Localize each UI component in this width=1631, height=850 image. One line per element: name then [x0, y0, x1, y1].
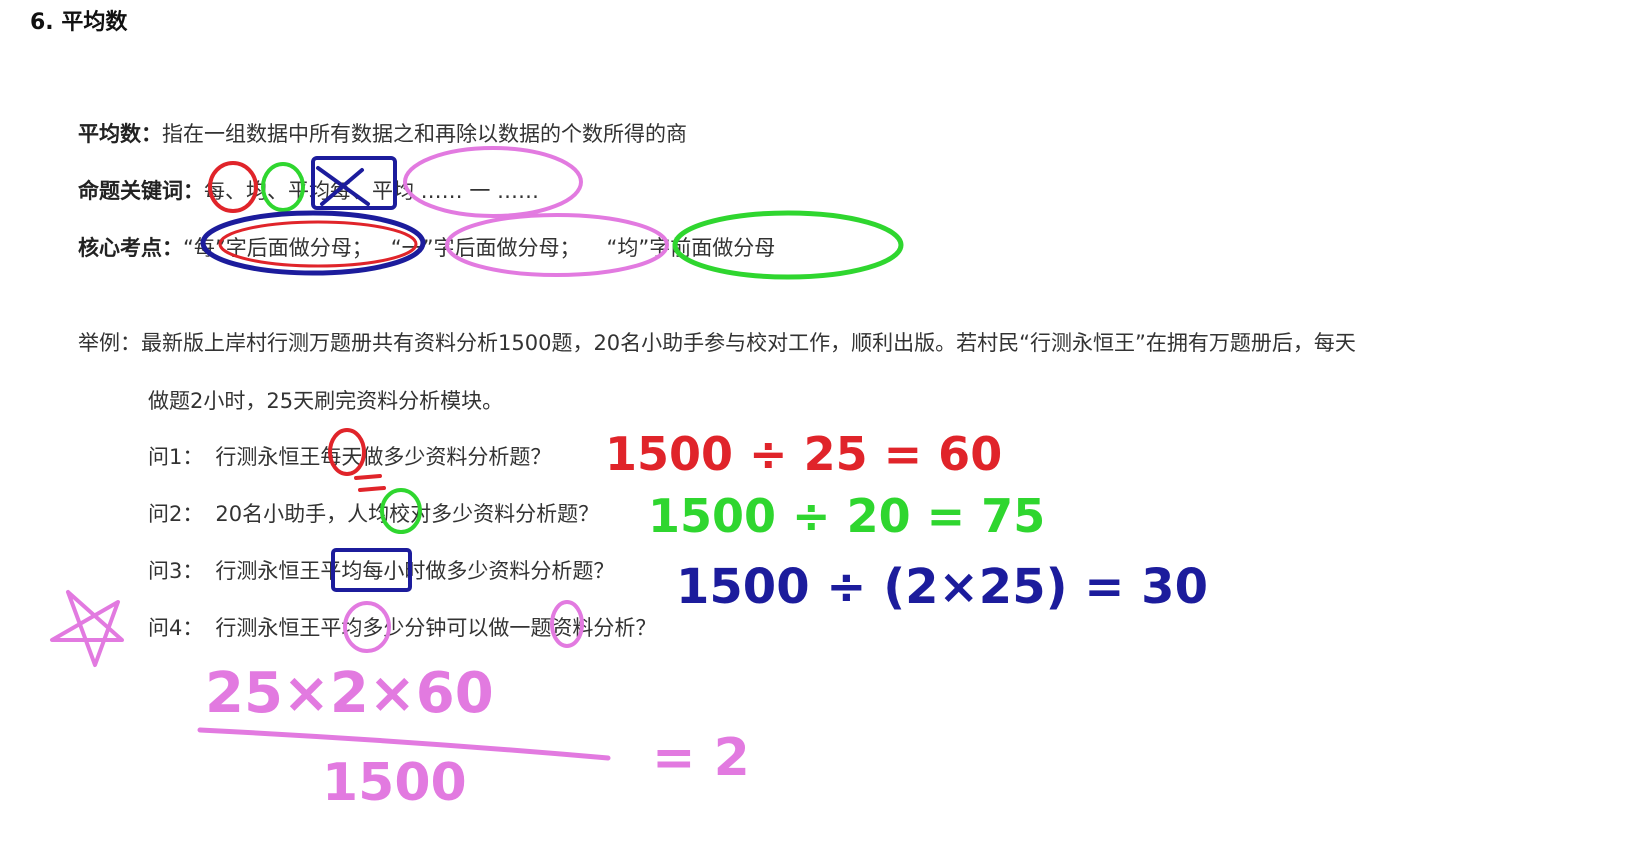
- example-line-1: 举例：最新版上岸村行测万题册共有资料分析1500题，20名小助手参与校对工作，顺…: [78, 327, 1356, 357]
- answer-q2: 1500 ÷ 20 = 75: [648, 489, 1045, 543]
- answer-q1: 1500 ÷ 25 = 60: [605, 427, 1002, 481]
- question-text: 行测永恒王每天做多少资料分析题？: [215, 445, 552, 469]
- q4-result: = 2: [652, 728, 750, 788]
- keyword-jun: 均、: [246, 179, 288, 203]
- keyword-mei: 每、: [204, 179, 246, 203]
- fraction-bar: [197, 727, 611, 761]
- question-text: 行测永恒王平均每小时做多少资料分析题？: [215, 559, 615, 583]
- definition-text: 指在一组数据中所有数据之和再除以数据的个数所得的商: [162, 122, 687, 146]
- keywords-row: 命题关键词：每、均、平均每、平均 …… 一 ……: [78, 175, 539, 205]
- core-label: 核心考点：: [78, 236, 183, 260]
- question-3: 问3： 行测永恒王平均每小时做多少资料分析题？: [148, 555, 614, 585]
- core-point-mei: “每”字后面做分母；: [183, 236, 373, 260]
- question-text: 行测永恒王平均多少分钟可以做一题资料分析？: [215, 616, 657, 640]
- core-point-yi: “一”字后面做分母；: [390, 236, 581, 260]
- keyword-pingjun-yi: 平均 …… 一 ……: [372, 179, 540, 203]
- core-point-jun: “均”字前面做分母: [606, 236, 776, 260]
- core-row: 核心考点：“每”字后面做分母； “一”字后面做分母； “均”字前面做分母: [78, 232, 775, 262]
- definition-label: 平均数：: [78, 122, 162, 146]
- answer-q3: 1500 ÷ (2×25) = 30: [676, 559, 1208, 615]
- example-label: 举例：: [78, 331, 141, 355]
- question-text: 20名小助手，人均校对多少资料分析题？: [215, 502, 600, 526]
- question-label: 问3：: [148, 559, 204, 583]
- page-title: 6. 平均数: [30, 10, 128, 35]
- q4-numerator: 25×2×60: [205, 661, 494, 726]
- example-line-2: 做题2小时，25天刷完资料分析模块。: [148, 389, 504, 413]
- keywords-label: 命题关键词：: [78, 179, 204, 203]
- question-4: 问4： 行测永恒王平均多少分钟可以做一题资料分析？: [148, 612, 656, 642]
- example-text-1: 最新版上岸村行测万题册共有资料分析1500题，20名小助手参与校对工作，顺利出版…: [141, 331, 1356, 355]
- keyword-pingjunmei: 平均每、: [288, 179, 372, 203]
- red-equal-mark: [354, 474, 386, 492]
- question-label: 问2：: [148, 502, 204, 526]
- question-label: 问1：: [148, 445, 204, 469]
- pink-star-mark: [50, 590, 124, 667]
- question-1: 问1： 行测永恒王每天做多少资料分析题？: [148, 441, 551, 471]
- question-label: 问4：: [148, 616, 204, 640]
- question-2: 问2： 20名小助手，人均校对多少资料分析题？: [148, 498, 599, 528]
- q4-denominator: 1500: [322, 753, 467, 813]
- definition-row: 平均数：指在一组数据中所有数据之和再除以数据的个数所得的商: [78, 118, 687, 148]
